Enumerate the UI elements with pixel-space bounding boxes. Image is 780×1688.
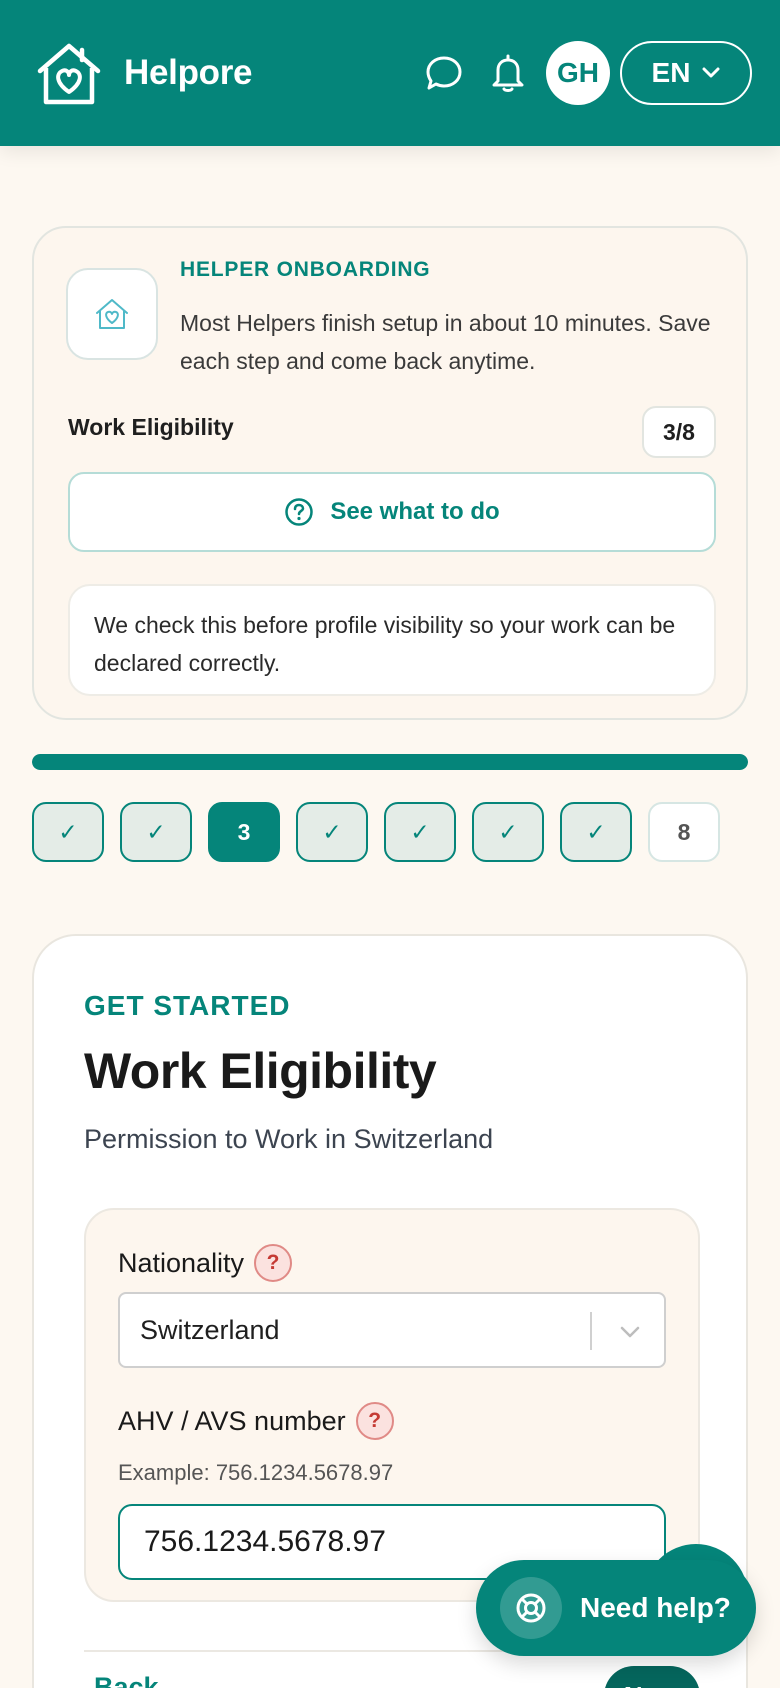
step-4[interactable]: ✓ xyxy=(296,802,368,862)
messages-button[interactable] xyxy=(412,41,476,105)
see-what-to-do-label: See what to do xyxy=(330,498,500,525)
avatar[interactable]: GH xyxy=(546,41,610,105)
need-help-button[interactable]: Need help? xyxy=(476,1560,756,1656)
step-6[interactable]: ✓ xyxy=(472,802,544,862)
next-button[interactable]: Next xyxy=(604,1666,700,1688)
brand-name: Helpore xyxy=(124,53,253,92)
progress-bar-fill xyxy=(32,754,748,770)
onboarding-card: HELPER ONBOARDING Most Helpers finish se… xyxy=(32,226,748,720)
top-actions: GH EN xyxy=(412,41,752,105)
language-selector[interactable]: EN xyxy=(620,41,752,105)
page-subtitle: Permission to Work in Switzerland xyxy=(84,1124,494,1154)
onboarding-description: Most Helpers finish setup in about 10 mi… xyxy=(180,310,711,374)
chat-bubble-icon xyxy=(426,56,462,90)
step-count-badge: 3/8 xyxy=(642,406,716,458)
onboarding-eyebrow: HELPER ONBOARDING xyxy=(180,258,431,281)
step-3[interactable]: 3 xyxy=(208,802,280,862)
step-indicator: ✓ ✓ 3 ✓ ✓ ✓ ✓ 8 xyxy=(32,802,720,862)
nationality-label: Nationality xyxy=(118,1247,245,1278)
section-eyebrow: GET STARTED xyxy=(84,990,291,1021)
see-what-to-do-button[interactable]: See what to do xyxy=(68,472,716,552)
ahv-hint: Example: 756.1234.5678.97 xyxy=(118,1460,394,1485)
back-button[interactable]: Back xyxy=(94,1672,159,1688)
language-label: EN xyxy=(651,57,691,88)
nationality-label-row: Nationality ? xyxy=(118,1244,293,1282)
nationality-help-icon[interactable]: ? xyxy=(254,1244,293,1282)
nationality-value: Switzerland xyxy=(140,1314,280,1345)
bell-icon xyxy=(492,54,524,92)
lifebuoy-icon xyxy=(500,1577,562,1639)
ahv-help-icon[interactable]: ? xyxy=(355,1402,394,1440)
onboarding-icon-box xyxy=(66,268,158,360)
step-2[interactable]: ✓ xyxy=(120,802,192,862)
current-step-title: Work Eligibility xyxy=(68,414,234,440)
select-separator xyxy=(590,1312,592,1350)
ahv-label-row: AHV / AVS number ? xyxy=(118,1402,394,1440)
nationality-select[interactable]: Switzerland xyxy=(118,1292,666,1368)
step-7[interactable]: ✓ xyxy=(560,802,632,862)
step-5[interactable]: ✓ xyxy=(384,802,456,862)
progress-bar xyxy=(32,754,748,770)
question-circle-icon xyxy=(285,498,314,526)
step-8[interactable]: 8 xyxy=(648,802,720,862)
home-heart-icon xyxy=(96,299,128,329)
onboarding-note: We check this before profile visibility … xyxy=(68,584,716,696)
chevron-down-icon xyxy=(620,1326,640,1338)
top-bar: Helpore GH EN xyxy=(0,0,780,146)
step-1[interactable]: ✓ xyxy=(32,802,104,862)
eligibility-form: Nationality ? Switzerland AHV / AVS numb… xyxy=(84,1208,700,1602)
brand[interactable]: Helpore xyxy=(34,38,253,108)
ahv-label: AHV / AVS number xyxy=(118,1405,346,1436)
notifications-button[interactable] xyxy=(476,41,540,105)
page-title: Work Eligibility xyxy=(84,1043,437,1099)
chevron-down-icon xyxy=(702,67,720,78)
home-heart-logo-icon xyxy=(37,43,101,105)
need-help-label: Need help? xyxy=(580,1592,731,1623)
